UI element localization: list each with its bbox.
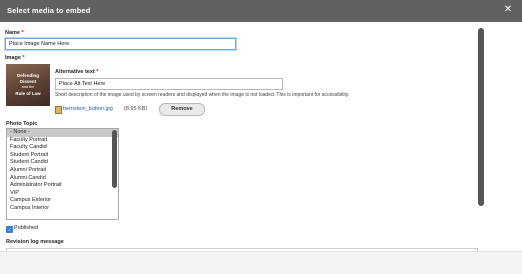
dialog-footer: [0, 251, 522, 274]
dialog-titlebar: Select media to embed ✕: [0, 0, 522, 22]
remove-button[interactable]: Remove: [159, 103, 205, 116]
photo-topic-option[interactable]: Faculty Portrait: [7, 137, 118, 145]
photo-topic-option[interactable]: Campus Exterior: [7, 197, 118, 205]
image-label: Image *: [5, 55, 25, 61]
file-icon: [55, 106, 62, 114]
image-thumbnail: Defending Dissent and the Rule of Law: [6, 64, 50, 106]
photo-topic-option[interactable]: Campus Interior: [7, 205, 118, 213]
photo-topic-label: Photo Topic: [6, 121, 38, 127]
name-label: Name *: [5, 30, 24, 36]
photo-topic-option[interactable]: Student Candid: [7, 159, 118, 167]
revision-log-label: Revision log message: [6, 239, 64, 245]
alt-text-description: Short description of the image used by s…: [55, 92, 350, 98]
photo-topic-option[interactable]: - None -: [7, 129, 118, 137]
dialog-title: Select media to embed: [7, 6, 91, 15]
photo-topic-option[interactable]: Faculty Candid: [7, 144, 118, 152]
file-size: (8.95 KB): [124, 106, 148, 112]
published-label: Published: [14, 225, 39, 231]
close-icon[interactable]: ✕: [502, 4, 514, 16]
photo-topic-option[interactable]: Alumni Candid: [7, 175, 118, 183]
photo-topic-option[interactable]: VIP: [7, 190, 118, 198]
thumbnail-text: and the: [21, 85, 35, 89]
photo-topic-select[interactable]: - None - Faculty Portrait Faculty Candid…: [6, 128, 119, 220]
thumbnail-text: Dissent: [19, 79, 37, 84]
published-checkbox[interactable]: ✓: [6, 226, 13, 233]
name-input[interactable]: Place Image Name Here: [5, 38, 236, 50]
photo-topic-option[interactable]: Alumni Portrait: [7, 167, 118, 175]
photo-topic-option[interactable]: Administrator Portrait: [7, 182, 118, 190]
dialog-scrollbar[interactable]: [478, 28, 484, 206]
photo-topic-option[interactable]: Student Portrait: [7, 152, 118, 160]
alt-text-input[interactable]: Place Alt Text Here: [55, 78, 283, 90]
photo-topic-scrollbar[interactable]: [112, 130, 117, 188]
alt-text-label: Alternative text *: [55, 69, 99, 75]
thumbnail-text: Defending: [17, 73, 39, 78]
thumbnail-text: Rule of Law: [15, 91, 41, 96]
file-link[interactable]: bernstein_button.jpg: [63, 106, 113, 112]
